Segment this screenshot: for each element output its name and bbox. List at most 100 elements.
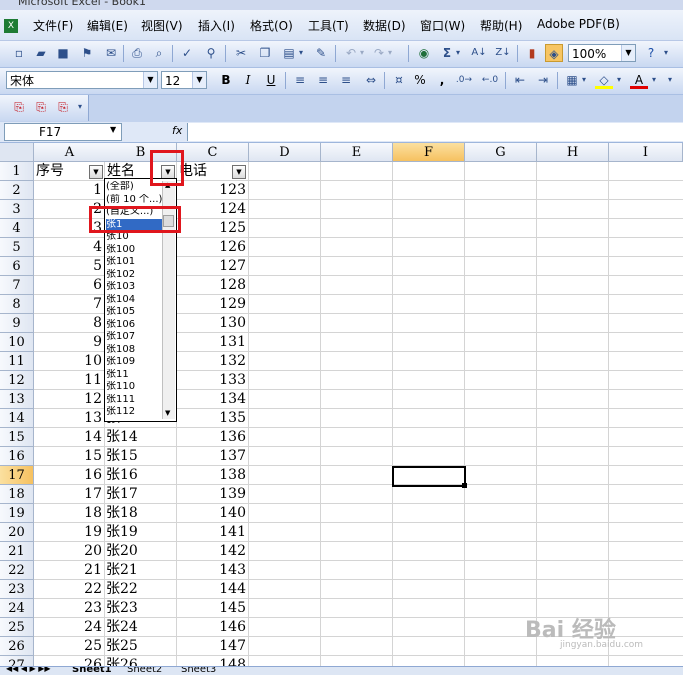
zoom-dropdown-icon[interactable]: ▼ xyxy=(621,45,635,61)
menu-view[interactable]: 视图(V) xyxy=(141,17,183,34)
row-header-20[interactable]: 20 xyxy=(0,523,34,542)
row-header-10[interactable]: 10 xyxy=(0,333,34,352)
font-name-box[interactable]: 宋体 ▼ xyxy=(6,71,158,89)
cell-seq[interactable]: 20 xyxy=(34,542,102,561)
font-name-dropdown-icon[interactable]: ▼ xyxy=(143,72,157,88)
cell-phone[interactable]: 132 xyxy=(177,352,246,371)
name-box-dropdown-icon[interactable]: ▼ xyxy=(110,125,116,134)
cell-seq[interactable]: 6 xyxy=(34,276,102,295)
menu-file[interactable]: 文件(F) xyxy=(33,17,73,34)
cell-name[interactable]: 张20 xyxy=(106,542,176,561)
cell-seq[interactable]: 11 xyxy=(34,371,102,390)
cell-seq[interactable]: 14 xyxy=(34,428,102,447)
row-header-6[interactable]: 6 xyxy=(0,257,34,276)
align-left-icon[interactable]: ≡ xyxy=(291,71,309,89)
toolbar-options-icon[interactable]: ▾ xyxy=(661,44,671,62)
permission-icon[interactable]: ⚑ xyxy=(78,44,96,62)
cell-seq[interactable]: 1 xyxy=(34,181,102,200)
dropdown-item[interactable]: 张101 xyxy=(106,256,164,268)
dropdown-item[interactable]: 张112 xyxy=(106,406,164,418)
cell-seq[interactable]: 9 xyxy=(34,333,102,352)
row-header-9[interactable]: 9 xyxy=(0,314,34,333)
email-icon[interactable]: ✉ xyxy=(102,44,120,62)
cell-phone[interactable]: 148 xyxy=(177,656,246,666)
cell-name[interactable]: 张26 xyxy=(106,656,176,666)
cell-phone[interactable]: 127 xyxy=(177,257,246,276)
help-icon[interactable]: ? xyxy=(642,44,660,62)
cell-seq[interactable]: 5 xyxy=(34,257,102,276)
print-icon[interactable]: ⎙ xyxy=(128,44,146,62)
cell-phone[interactable]: 129 xyxy=(177,295,246,314)
dropdown-item[interactable]: 张110 xyxy=(106,381,164,393)
cell-phone[interactable]: 140 xyxy=(177,504,246,523)
cell-seq[interactable]: 21 xyxy=(34,561,102,580)
formula-input[interactable] xyxy=(187,123,683,141)
row-header-2[interactable]: 2 xyxy=(0,181,34,200)
cell-seq[interactable]: 24 xyxy=(34,618,102,637)
fill-color-dropdown-icon[interactable]: ▾ xyxy=(615,71,623,89)
align-center-icon[interactable]: ≡ xyxy=(314,71,332,89)
spelling-icon[interactable]: ✓ xyxy=(178,44,196,62)
open-icon[interactable]: ▰ xyxy=(32,44,50,62)
excel-app-icon[interactable]: X xyxy=(4,19,18,33)
cell-phone[interactable]: 128 xyxy=(177,276,246,295)
cell-phone[interactable]: 126 xyxy=(177,238,246,257)
new-icon[interactable]: ▫ xyxy=(10,44,28,62)
menu-format[interactable]: 格式(O) xyxy=(250,17,293,34)
font-color-dropdown-icon[interactable]: ▾ xyxy=(650,71,658,89)
cell-name[interactable]: 张17 xyxy=(106,485,176,504)
cell-phone[interactable]: 135 xyxy=(177,409,246,428)
redo-dropdown-icon[interactable]: ▾ xyxy=(386,44,394,62)
cell-seq[interactable]: 23 xyxy=(34,599,102,618)
menu-help[interactable]: 帮助(H) xyxy=(480,17,522,34)
filter-dropdown-icon[interactable]: ▼ xyxy=(89,165,103,179)
row-header-18[interactable]: 18 xyxy=(0,485,34,504)
row-header-12[interactable]: 12 xyxy=(0,371,34,390)
borders-dropdown-icon[interactable]: ▾ xyxy=(580,71,588,89)
dropdown-item[interactable]: 张104 xyxy=(106,294,164,306)
row-header-24[interactable]: 24 xyxy=(0,599,34,618)
column-header-d[interactable]: D xyxy=(249,143,321,162)
cell-seq[interactable]: 4 xyxy=(34,238,102,257)
row-header-19[interactable]: 19 xyxy=(0,504,34,523)
row-header-1[interactable]: 1 xyxy=(0,162,34,181)
copy-icon[interactable]: ❐ xyxy=(256,44,274,62)
decrease-indent-icon[interactable]: ⇤ xyxy=(511,71,529,89)
tab-nav-first-icon[interactable]: ◀◀ ◀ ▶ ▶▶ xyxy=(6,667,51,673)
menu-data[interactable]: 数据(D) xyxy=(363,17,406,34)
dropdown-item[interactable]: 张11 xyxy=(106,369,164,381)
cell-name[interactable]: 张24 xyxy=(106,618,176,637)
row-header-22[interactable]: 22 xyxy=(0,561,34,580)
cell-name[interactable]: 张15 xyxy=(106,447,176,466)
insert-function-icon[interactable]: fx xyxy=(172,124,182,137)
comma-button[interactable]: , xyxy=(433,71,451,89)
cell-seq[interactable]: 13 xyxy=(34,409,102,428)
cell-phone[interactable]: 139 xyxy=(177,485,246,504)
column-header-f[interactable]: F xyxy=(393,143,465,162)
row-header-7[interactable]: 7 xyxy=(0,276,34,295)
cell-phone[interactable]: 136 xyxy=(177,428,246,447)
bold-button[interactable]: B xyxy=(217,71,235,89)
print-preview-icon[interactable]: ⌕ xyxy=(150,44,168,62)
cell-phone[interactable]: 141 xyxy=(177,523,246,542)
increase-indent-icon[interactable]: ⇥ xyxy=(534,71,552,89)
cell-seq[interactable]: 8 xyxy=(34,314,102,333)
column-header-c[interactable]: C xyxy=(177,143,249,162)
cell-phone[interactable]: 130 xyxy=(177,314,246,333)
dropdown-item[interactable]: 张106 xyxy=(106,319,164,331)
sort-ascending-icon[interactable]: A↓ xyxy=(470,44,488,62)
cell-seq[interactable]: 17 xyxy=(34,485,102,504)
cell-phone[interactable]: 145 xyxy=(177,599,246,618)
drawing-icon[interactable]: ◈ xyxy=(545,44,563,62)
row-header-26[interactable]: 26 xyxy=(0,637,34,656)
cell-seq[interactable]: 22 xyxy=(34,580,102,599)
dropdown-item[interactable]: 张111 xyxy=(106,394,164,406)
hyperlink-icon[interactable]: ◉ xyxy=(415,44,433,62)
cell-phone[interactable]: 143 xyxy=(177,561,246,580)
filter-dropdown-icon[interactable]: ▼ xyxy=(232,165,246,179)
active-cell-f17[interactable] xyxy=(392,466,466,487)
cell-phone[interactable]: 133 xyxy=(177,371,246,390)
cell-seq[interactable]: 19 xyxy=(34,523,102,542)
cut-icon[interactable]: ✂ xyxy=(232,44,250,62)
italic-button[interactable]: I xyxy=(239,71,257,89)
